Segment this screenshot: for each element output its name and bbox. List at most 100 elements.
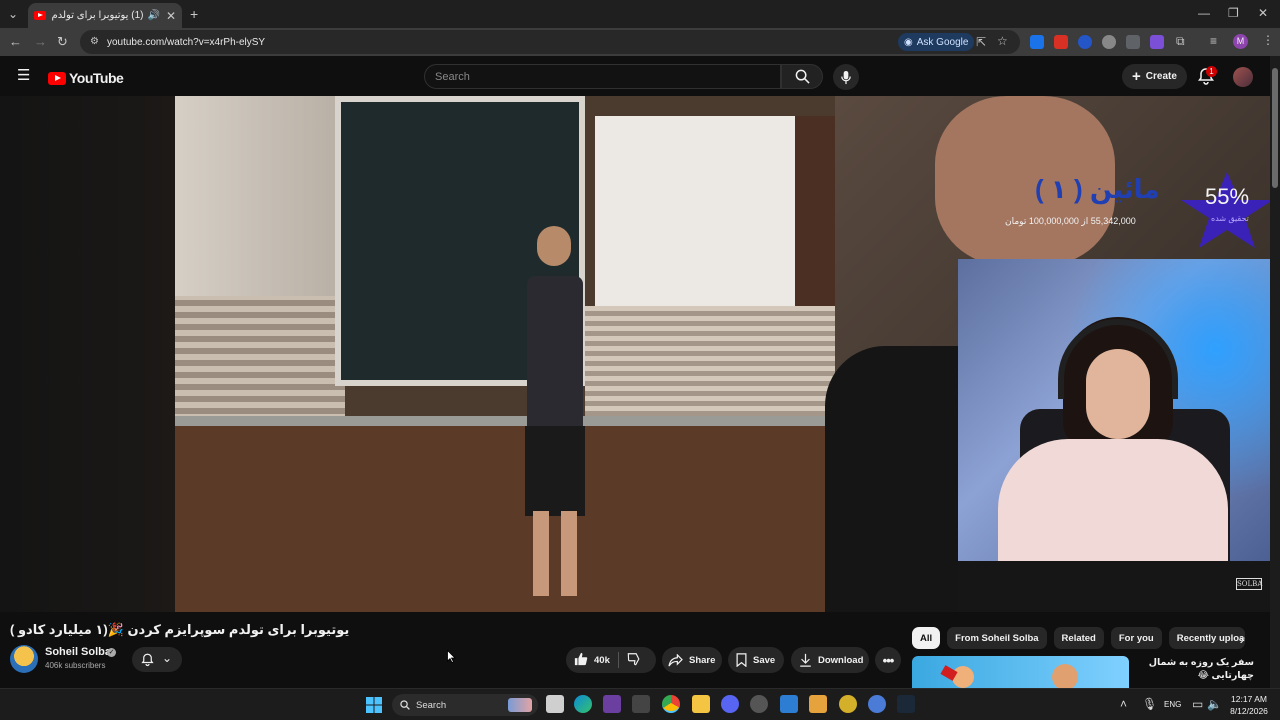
- star-badge-icon: [1181, 172, 1273, 248]
- dislike-button[interactable]: [627, 652, 641, 669]
- tray-overflow-icon[interactable]: ˄: [1120, 698, 1127, 710]
- minimize-icon[interactable]: —: [1198, 7, 1210, 19]
- youtube-logo-text: YouTube: [69, 70, 124, 86]
- address-bar[interactable]: ⚙ youtube.com/watch?v=x4rPh-elySY: [80, 30, 1020, 54]
- extensions-puzzle-icon[interactable]: ⧉: [1176, 35, 1185, 47]
- download-button[interactable]: Download: [791, 647, 869, 673]
- volume-icon[interactable]: 🔈: [1207, 698, 1222, 710]
- windows-start-icon[interactable]: [366, 697, 382, 713]
- download-icon: [800, 653, 811, 667]
- app-coin-icon[interactable]: [839, 695, 857, 713]
- browser-tab-active[interactable]: (1) یوتیوبرا برای تولدم سوپرایزم کردن 🔊 …: [28, 3, 182, 28]
- chip-for-you[interactable]: For you: [1110, 627, 1162, 649]
- tab-close-icon[interactable]: ✕: [166, 10, 176, 22]
- save-button[interactable]: Save: [728, 647, 784, 673]
- file-explorer-icon[interactable]: [692, 695, 710, 713]
- app-m-icon[interactable]: [809, 695, 827, 713]
- donation-percent: 55%: [1205, 184, 1250, 209]
- share-button[interactable]: Share: [662, 647, 722, 673]
- extension-purple-icon[interactable]: [1150, 35, 1164, 49]
- create-label: Create: [1145, 71, 1177, 82]
- like-button[interactable]: [574, 652, 588, 669]
- chip-from-channel[interactable]: From Soheil Solba: [947, 627, 1047, 649]
- site-info-icon[interactable]: ⚙: [90, 37, 99, 47]
- window-close-icon[interactable]: ✕: [1258, 7, 1268, 19]
- chrome-browser-icon[interactable]: [662, 695, 680, 713]
- network-icon[interactable]: ▭: [1192, 698, 1203, 710]
- search-button[interactable]: [781, 64, 823, 89]
- address-url: youtube.com/watch?v=x4rPh-elySY: [106, 36, 266, 48]
- lens-icon: ◉: [904, 36, 913, 48]
- chevron-right-icon: ›: [1239, 631, 1245, 647]
- bell-icon: [141, 653, 154, 667]
- tray-microphone-icon[interactable]: 🎙: [1142, 698, 1157, 710]
- restore-icon[interactable]: ❐: [1228, 7, 1239, 19]
- back-icon[interactable]: ←: [9, 35, 22, 48]
- profile-avatar-icon[interactable]: M: [1233, 34, 1248, 49]
- search-input[interactable]: Search: [424, 64, 781, 89]
- bookmark-icon: [736, 653, 747, 667]
- steam-icon[interactable]: [897, 695, 915, 713]
- plus-icon: +: [1132, 68, 1141, 85]
- app-blue-icon[interactable]: [868, 695, 886, 713]
- mouse-cursor-icon: [447, 650, 456, 663]
- search-highlight-icon: [508, 698, 532, 712]
- like-dislike-group: 40k: [566, 647, 656, 673]
- download-label: Download: [818, 654, 864, 666]
- clock-date: 8/12/2026: [1230, 706, 1268, 716]
- taskbar-search-box[interactable]: Search: [392, 694, 538, 716]
- tab-search-chevron-icon[interactable]: ⌄: [8, 8, 18, 20]
- ask-google-label: Ask Google: [916, 36, 969, 48]
- app-cube-icon[interactable]: [632, 695, 650, 713]
- youtube-logo-icon: [48, 71, 66, 85]
- audio-playing-icon[interactable]: 🔊: [147, 10, 159, 21]
- clock-time: 12:17 AM: [1231, 694, 1267, 704]
- player-left-letterbox: [0, 96, 175, 612]
- app-gear-icon[interactable]: [750, 695, 768, 713]
- subscription-bell-button[interactable]: ⌄: [132, 647, 182, 672]
- chip-all[interactable]: All: [912, 627, 941, 649]
- install-app-icon[interactable]: ⇱: [976, 36, 986, 48]
- extension-gray-icon[interactable]: [1102, 35, 1116, 49]
- channel-avatar[interactable]: [10, 645, 38, 673]
- more-actions-button[interactable]: •••: [875, 647, 901, 673]
- bookmark-star-icon[interactable]: ☆: [997, 35, 1008, 47]
- extension-blue-icon[interactable]: [1078, 35, 1092, 49]
- edge-browser-icon[interactable]: [574, 695, 592, 713]
- account-avatar[interactable]: [1233, 67, 1253, 87]
- save-label: Save: [753, 654, 776, 666]
- extension-translate-icon[interactable]: [1030, 35, 1044, 49]
- youtube-favicon-icon: [34, 11, 46, 20]
- discord-icon[interactable]: [721, 695, 739, 713]
- voice-search-button[interactable]: [833, 64, 859, 90]
- new-tab-icon[interactable]: +: [190, 7, 198, 21]
- browser-tab-strip: ⌄ (1) یوتیوبرا برای تولدم سوپرایزم کردن …: [0, 0, 1280, 28]
- app-r-icon[interactable]: [603, 695, 621, 713]
- reading-list-icon[interactable]: ≡: [1210, 35, 1217, 47]
- task-view-icon[interactable]: [546, 695, 564, 713]
- reload-icon[interactable]: ↻: [57, 35, 68, 48]
- extension-red-icon[interactable]: [1054, 35, 1068, 49]
- chip-related[interactable]: Related: [1053, 627, 1104, 649]
- browser-menu-icon[interactable]: ⋮: [1262, 34, 1274, 46]
- extension-shield-icon[interactable]: [1126, 35, 1140, 49]
- app-v-icon[interactable]: [780, 695, 798, 713]
- create-button[interactable]: + Create: [1122, 64, 1187, 89]
- recommendation-title[interactable]: سفر یک روزه به شمال چهارتایی 😂: [1134, 656, 1254, 682]
- donation-percent-sub: تحقیق شده: [1211, 214, 1249, 223]
- youtube-logo[interactable]: YouTube: [48, 70, 124, 86]
- page-scrollbar-thumb[interactable]: [1272, 68, 1278, 188]
- system-clock[interactable]: 12:17 AM 8/12/2026: [1224, 693, 1274, 717]
- chevron-down-icon: ⌄: [162, 651, 173, 665]
- input-language[interactable]: ENG: [1164, 700, 1181, 709]
- forward-icon[interactable]: →: [34, 35, 47, 48]
- related-filter-chips: All From Soheil Solba Related For you Re…: [912, 627, 1252, 651]
- chips-next-button[interactable]: ›: [1232, 629, 1252, 649]
- ask-google-button[interactable]: ◉ Ask Google: [898, 33, 975, 51]
- video-scene-cabinets: [595, 116, 795, 306]
- video-title: یوتیوبرا برای تولدم سوپرایزم کردن 🎉(۱ می…: [10, 622, 350, 637]
- donation-progress-text: 55,342,000 از 100,000,000 تومان: [1005, 216, 1136, 226]
- channel-name[interactable]: Soheil Solba: [45, 646, 111, 658]
- guide-menu-icon[interactable]: ☰: [17, 68, 30, 83]
- recommendation-thumbnail[interactable]: [912, 656, 1129, 688]
